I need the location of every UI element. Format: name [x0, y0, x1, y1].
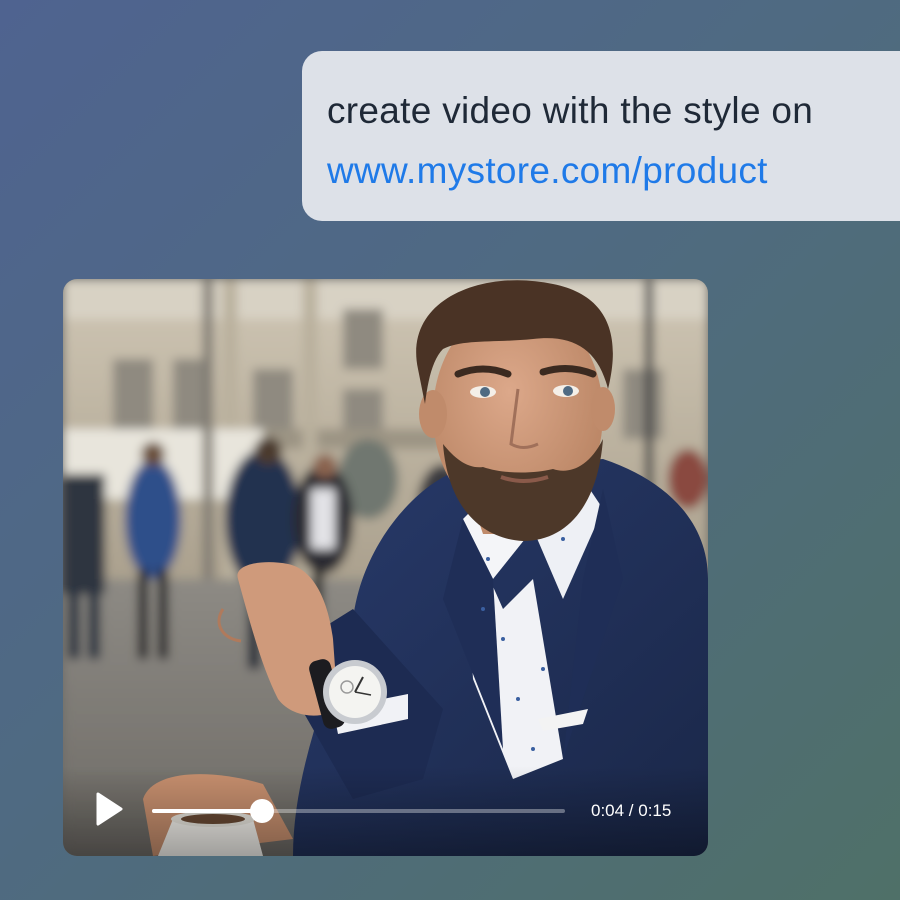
chat-message-text: create video with the style on: [327, 90, 814, 131]
play-icon[interactable]: [95, 792, 123, 826]
progress-fill: [152, 809, 263, 813]
time-readout: 0:04 / 0:15: [591, 801, 672, 820]
product-link[interactable]: www.mystore.com/product: [327, 141, 900, 201]
video-player[interactable]: 0:04 / 0:15: [63, 279, 708, 856]
progress-track[interactable]: [152, 799, 565, 823]
chat-message-bubble: create video with the style on www.mysto…: [302, 51, 900, 221]
